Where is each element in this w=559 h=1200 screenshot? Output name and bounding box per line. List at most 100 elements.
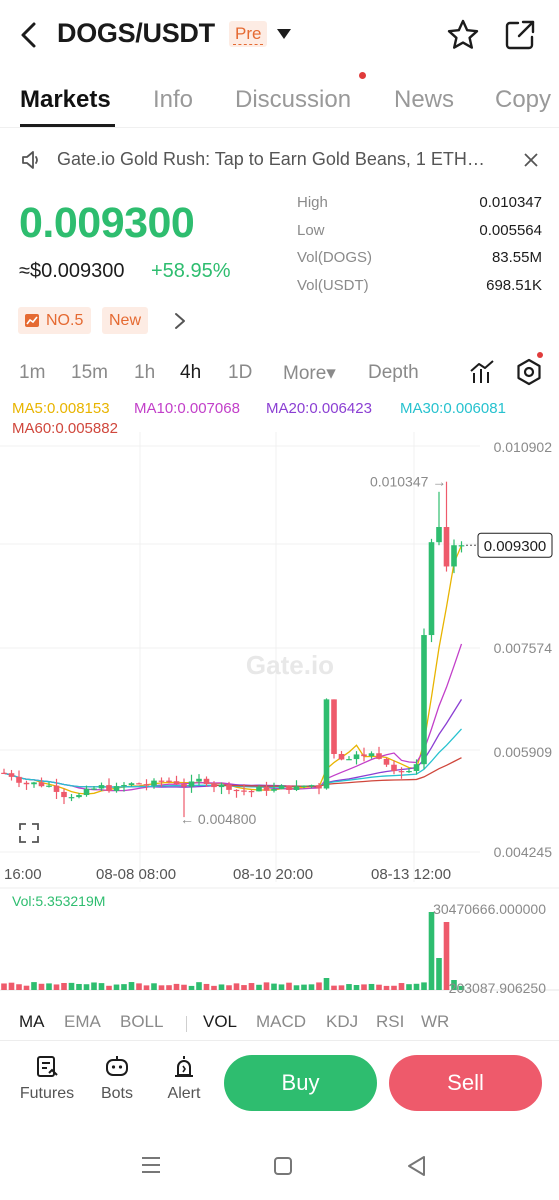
candle-body bbox=[398, 771, 405, 773]
volume-bar bbox=[338, 985, 345, 990]
volume-bar bbox=[83, 984, 90, 990]
volume-bar bbox=[8, 982, 15, 990]
volume-bar bbox=[368, 983, 375, 990]
star-icon[interactable] bbox=[446, 18, 480, 52]
price-axis-label: 0.004245 bbox=[494, 844, 553, 860]
watermark: Gate.io bbox=[246, 650, 334, 680]
candle-body bbox=[421, 635, 427, 765]
interval-1m[interactable]: 1m bbox=[19, 362, 45, 384]
candle-body bbox=[46, 785, 52, 787]
volume-bar bbox=[398, 983, 405, 990]
tab-copy[interactable]: Copy bbox=[495, 86, 551, 114]
candle-body bbox=[16, 776, 22, 783]
volume-bar bbox=[233, 983, 240, 990]
indicator-tab-rsi[interactable]: RSI bbox=[376, 1012, 404, 1032]
candle-body bbox=[203, 778, 210, 784]
announcement-bar[interactable]: Gate.io Gold Rush: Tap to Earn Gold Bean… bbox=[0, 140, 559, 180]
candle-body bbox=[263, 787, 270, 791]
stat-value: 698.51K bbox=[486, 276, 542, 294]
candle-body bbox=[151, 780, 157, 786]
candle-body bbox=[256, 787, 262, 792]
bots-button[interactable]: Bots bbox=[97, 1055, 137, 1103]
interval-1h[interactable]: 1h bbox=[134, 362, 155, 384]
nav-back-icon[interactable] bbox=[406, 1155, 428, 1177]
volume-bar bbox=[413, 983, 420, 990]
indicator-tab-macd[interactable]: MACD bbox=[256, 1012, 306, 1032]
volume-bar bbox=[196, 982, 202, 990]
futures-button[interactable]: Futures bbox=[19, 1055, 75, 1103]
indicator-icon[interactable] bbox=[469, 359, 495, 385]
close-icon[interactable] bbox=[523, 152, 539, 168]
pair-title[interactable]: DOGS/USDT bbox=[57, 18, 215, 49]
stat-label: High bbox=[297, 194, 328, 211]
volume-bar bbox=[121, 984, 127, 990]
volume-bar bbox=[53, 984, 60, 990]
buy-button[interactable]: Buy bbox=[224, 1055, 377, 1111]
stat-value: 0.005564 bbox=[479, 221, 542, 239]
indicator-tab-ma[interactable]: MA bbox=[19, 1012, 45, 1032]
candle-body bbox=[368, 753, 375, 757]
interval-1d[interactable]: 1D bbox=[228, 362, 252, 384]
candle-body bbox=[451, 545, 457, 567]
indicator-tab-kdj[interactable]: KDJ bbox=[326, 1012, 358, 1032]
settings-icon[interactable] bbox=[515, 358, 543, 386]
volume-bar bbox=[248, 983, 255, 990]
menu-icon[interactable] bbox=[140, 1154, 162, 1176]
volume-bar bbox=[136, 983, 142, 990]
alert-button[interactable]: Alert bbox=[163, 1055, 205, 1103]
stat-value: 0.010347 bbox=[479, 194, 542, 211]
indicator-tab-wr[interactable]: WR bbox=[421, 1012, 449, 1032]
time-label: 08-08 08:00 bbox=[96, 866, 176, 883]
candle-body bbox=[128, 783, 135, 786]
volume-bar bbox=[436, 958, 442, 990]
candle-body bbox=[91, 788, 97, 790]
volume-bar bbox=[421, 982, 427, 990]
candle-body bbox=[166, 780, 172, 782]
volume-bar bbox=[31, 982, 37, 990]
chevron-right-icon[interactable] bbox=[173, 311, 187, 331]
candle-body bbox=[241, 790, 247, 792]
section-tabs: Markets Info Discussion News Copy bbox=[0, 76, 559, 128]
indicator-tab-ema[interactable]: EMA bbox=[64, 1012, 101, 1032]
dropdown-icon[interactable] bbox=[276, 28, 292, 40]
home-icon[interactable] bbox=[273, 1156, 293, 1176]
ma-line bbox=[3, 699, 463, 788]
stat-row-high: High 0.010347 bbox=[297, 190, 542, 218]
candle-body bbox=[158, 780, 165, 782]
alert-icon bbox=[175, 1056, 193, 1077]
candle-body bbox=[301, 785, 307, 787]
announcement-text[interactable]: Gate.io Gold Rush: Tap to Earn Gold Bean… bbox=[57, 149, 497, 170]
ma10-label: MA10:0.007068 bbox=[134, 400, 240, 417]
volume-bar bbox=[406, 984, 412, 990]
volume-bar bbox=[271, 983, 277, 990]
candle-body bbox=[278, 785, 285, 790]
sell-button[interactable]: Sell bbox=[389, 1055, 542, 1111]
tab-markets[interactable]: Markets bbox=[20, 86, 111, 114]
indicator-tab-vol[interactable]: VOL bbox=[203, 1012, 237, 1032]
volume-bar bbox=[218, 984, 225, 990]
depth-tab[interactable]: Depth bbox=[368, 362, 419, 384]
interval-15m[interactable]: 15m bbox=[71, 362, 108, 384]
volume-bar bbox=[61, 982, 67, 990]
interval-4h[interactable]: 4h bbox=[180, 362, 201, 384]
tab-info[interactable]: Info bbox=[153, 86, 193, 114]
rank-badge[interactable]: NO.5 bbox=[18, 307, 92, 334]
tab-discussion[interactable]: Discussion bbox=[235, 86, 351, 114]
fullscreen-icon[interactable] bbox=[19, 823, 39, 843]
stats-panel: High 0.010347 Low 0.005564 Vol(DOGS) 83.… bbox=[297, 190, 542, 300]
share-icon[interactable] bbox=[503, 18, 537, 52]
futures-label: Futures bbox=[19, 1085, 75, 1102]
indicator-tab-boll[interactable]: BOLL bbox=[120, 1012, 163, 1032]
volume-bar bbox=[286, 982, 292, 990]
volume-bar bbox=[203, 983, 210, 990]
back-icon[interactable] bbox=[16, 20, 42, 50]
candle-body bbox=[293, 786, 300, 790]
volume-bar bbox=[173, 983, 180, 990]
candle-body bbox=[286, 785, 292, 790]
tab-news[interactable]: News bbox=[394, 86, 454, 114]
candlestick-chart[interactable]: Gate.io 0.010902 0.007574 0.005909 0.004245… bbox=[0, 432, 559, 1000]
candle-body bbox=[121, 785, 127, 787]
candle-body bbox=[383, 758, 390, 765]
interval-more[interactable]: More▾ bbox=[283, 362, 336, 385]
candle-body bbox=[83, 788, 90, 796]
